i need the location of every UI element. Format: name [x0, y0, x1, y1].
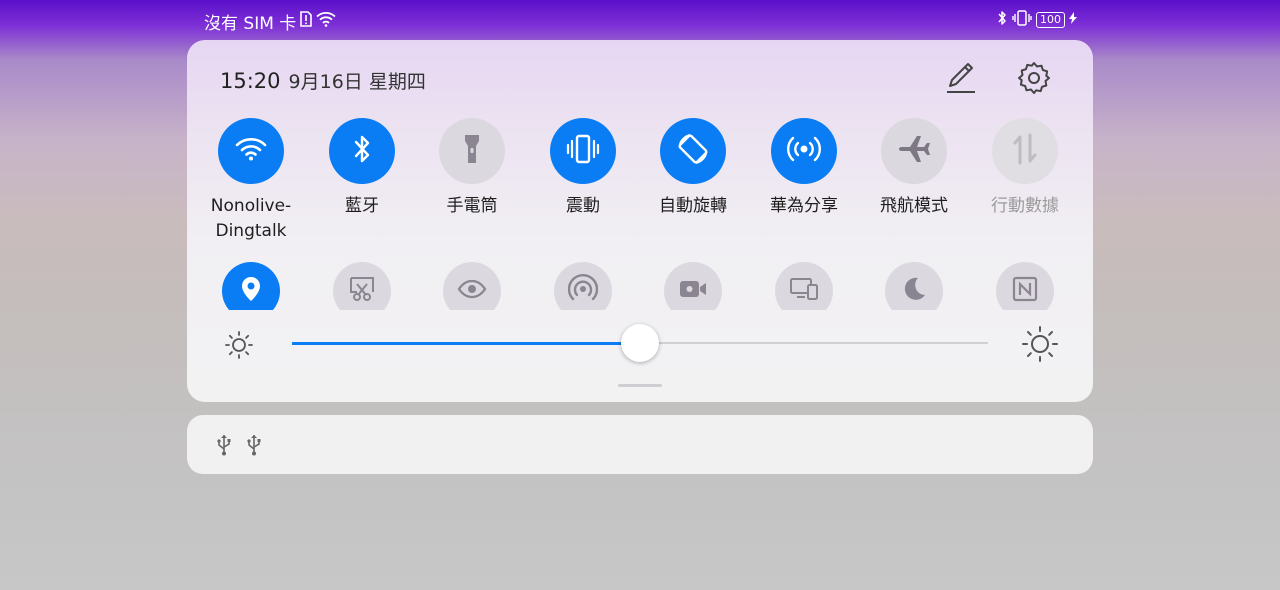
- edit-button[interactable]: [941, 60, 981, 100]
- brightness-slider-thumb[interactable]: [621, 324, 659, 362]
- toggle-vibrate[interactable]: 震動: [528, 118, 638, 219]
- toggle-eye-comfort[interactable]: [443, 262, 501, 310]
- gear-icon: [1016, 60, 1052, 100]
- toggle-vibrate-label: 震動: [566, 196, 600, 216]
- panel-header: 15:20 9月16日 星期四: [220, 67, 426, 94]
- clock-date: 9月16日 星期四: [288, 71, 426, 93]
- status-bar-right: 100: [996, 10, 1077, 29]
- status-bar: 沒有 SIM 卡 100: [0, 0, 1280, 40]
- notification-card[interactable]: [187, 415, 1093, 474]
- toggle-airplane-circle[interactable]: [881, 118, 947, 184]
- multi-screen-icon: [789, 277, 819, 305]
- usb-icon: [216, 434, 232, 460]
- brightness-slider-fill: [292, 342, 640, 345]
- toggle-screenshot[interactable]: [333, 262, 391, 310]
- toggle-auto-rotate-circle[interactable]: [660, 118, 726, 184]
- settings-button[interactable]: [1014, 60, 1054, 100]
- toggle-flashlight-label: 手電筒: [446, 196, 498, 216]
- screen-record-icon: [678, 279, 708, 303]
- toggle-nfc[interactable]: [996, 262, 1054, 310]
- toggle-mobile-data-circle[interactable]: [992, 118, 1058, 184]
- dark-mode-icon: [900, 275, 928, 307]
- status-bar-left: 沒有 SIM 卡: [204, 9, 336, 34]
- usb-icon: [246, 434, 262, 460]
- toggle-dark-mode[interactable]: [885, 262, 943, 310]
- carrier-text: 沒有 SIM 卡: [204, 14, 297, 34]
- toggle-wifi[interactable]: Nonolive- Dingtalk: [196, 118, 306, 244]
- hotspot-icon: [567, 274, 599, 308]
- toggle-huawei-share[interactable]: 華為分享: [749, 118, 859, 219]
- charging-icon: [1069, 12, 1077, 27]
- mobile-data-icon: [1012, 133, 1038, 169]
- nfc-icon: [1012, 276, 1038, 306]
- pencil-icon: [943, 60, 979, 100]
- bluetooth-icon: [352, 134, 372, 168]
- brightness-low-icon: [224, 330, 254, 364]
- toggle-wifi-label: Nonolive- Dingtalk: [210, 196, 292, 241]
- battery-icon: 100: [1036, 11, 1065, 28]
- toggle-airplane-label: 飛航模式: [880, 196, 948, 216]
- wifi-icon: [235, 136, 267, 166]
- toggle-wifi-circle[interactable]: [218, 118, 284, 184]
- screenshot-icon: [348, 276, 376, 306]
- toggle-bluetooth-label: 藍牙: [345, 196, 379, 216]
- quick-settings-row-2: [187, 262, 1093, 310]
- toggle-multi-screen[interactable]: [775, 262, 833, 310]
- toggle-flashlight-circle[interactable]: [439, 118, 505, 184]
- toggle-screen-record[interactable]: [664, 262, 722, 310]
- brightness-high-icon: [1021, 325, 1059, 367]
- toggle-airplane[interactable]: 飛航模式: [859, 118, 969, 219]
- bluetooth-status-icon: [996, 10, 1008, 29]
- auto-rotate-icon: [676, 132, 710, 170]
- toggle-mobile-data-label: 行動數據: [991, 196, 1059, 216]
- toggle-huawei-share-label: 華為分享: [770, 196, 838, 216]
- huawei-share-icon: [787, 135, 821, 167]
- toggle-hotspot[interactable]: [554, 262, 612, 310]
- toggle-vibrate-circle[interactable]: [550, 118, 616, 184]
- wifi-status-icon: [316, 11, 336, 32]
- vibrate-status-icon: [1012, 10, 1032, 29]
- panel-drag-handle[interactable]: [618, 384, 662, 387]
- location-icon: [240, 275, 262, 307]
- toggle-flashlight[interactable]: 手電筒: [417, 118, 527, 219]
- toggle-bluetooth-circle[interactable]: [329, 118, 395, 184]
- eye-comfort-icon: [457, 279, 487, 303]
- quick-settings-panel: 15:20 9月16日 星期四 Nonolive- Dingtalk 藍牙 手電…: [187, 40, 1093, 402]
- toggle-auto-rotate-label: 自動旋轉: [659, 196, 727, 216]
- toggle-location[interactable]: [222, 262, 280, 310]
- airplane-icon: [897, 134, 931, 168]
- toggle-auto-rotate[interactable]: 自動旋轉: [638, 118, 748, 219]
- no-sim-icon: [300, 11, 313, 32]
- toggle-mobile-data[interactable]: 行動數據: [970, 118, 1080, 219]
- flashlight-icon: [462, 133, 482, 169]
- clock-time: 15:20: [220, 69, 281, 93]
- toggle-bluetooth[interactable]: 藍牙: [307, 118, 417, 219]
- battery-level: 100: [1040, 12, 1061, 26]
- toggle-huawei-share-circle[interactable]: [771, 118, 837, 184]
- vibrate-icon: [566, 134, 600, 168]
